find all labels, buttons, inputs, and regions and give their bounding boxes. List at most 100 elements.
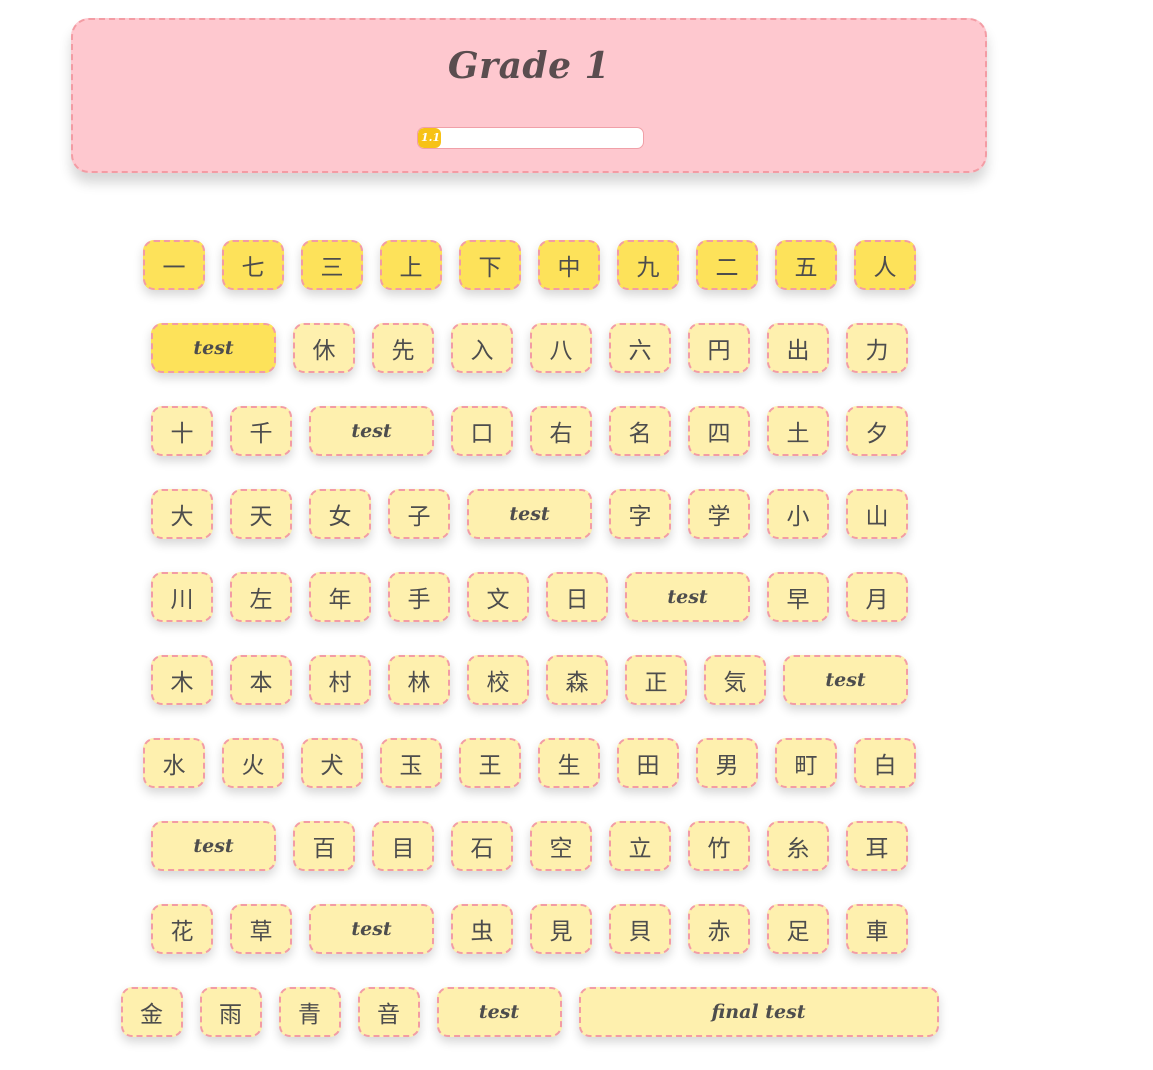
kanji-tile[interactable]: 本 — [230, 655, 292, 705]
kanji-tile[interactable]: 名 — [609, 406, 671, 456]
kanji-tile[interactable]: 九 — [617, 240, 679, 290]
kanji-tile[interactable]: 天 — [230, 489, 292, 539]
kanji-tile[interactable]: 車 — [846, 904, 908, 954]
test-button[interactable]: test — [309, 904, 434, 954]
kanji-tile[interactable]: 五 — [775, 240, 837, 290]
kanji-tile[interactable]: 生 — [538, 738, 600, 788]
kanji-tile[interactable]: 小 — [767, 489, 829, 539]
kanji-tile[interactable]: 白 — [854, 738, 916, 788]
kanji-tile[interactable]: 虫 — [451, 904, 513, 954]
kanji-tile[interactable]: 年 — [309, 572, 371, 622]
progress-bar: 1.1 — [417, 127, 644, 149]
kanji-tile[interactable]: 右 — [530, 406, 592, 456]
kanji-tile[interactable]: 水 — [143, 738, 205, 788]
kanji-tile[interactable]: 犬 — [301, 738, 363, 788]
test-button[interactable]: test — [151, 821, 276, 871]
kanji-tile[interactable]: 百 — [293, 821, 355, 871]
kanji-tile[interactable]: 石 — [451, 821, 513, 871]
lesson-row: 川左年手文日 test 早月 — [0, 572, 1059, 622]
lesson-row: 木本村林校森正気 test — [0, 655, 1059, 705]
kanji-tile[interactable]: 男 — [696, 738, 758, 788]
kanji-tile[interactable]: 気 — [704, 655, 766, 705]
kanji-tile[interactable]: 森 — [546, 655, 608, 705]
kanji-tile[interactable]: 王 — [459, 738, 521, 788]
kanji-tile[interactable]: 村 — [309, 655, 371, 705]
kanji-tile[interactable]: 二 — [696, 240, 758, 290]
kanji-tile[interactable]: 目 — [372, 821, 434, 871]
kanji-tile[interactable]: 文 — [467, 572, 529, 622]
kanji-tile[interactable]: 火 — [222, 738, 284, 788]
test-button[interactable]: test — [783, 655, 908, 705]
test-button[interactable]: test — [625, 572, 750, 622]
test-button[interactable]: test — [151, 323, 276, 373]
kanji-tile[interactable]: 大 — [151, 489, 213, 539]
kanji-tile[interactable]: 早 — [767, 572, 829, 622]
grade-header: Grade 1 1.1 — [71, 18, 987, 173]
kanji-tile[interactable]: 見 — [530, 904, 592, 954]
test-button[interactable]: test — [467, 489, 592, 539]
kanji-tile[interactable]: 四 — [688, 406, 750, 456]
kanji-tile[interactable]: 字 — [609, 489, 671, 539]
kanji-tile[interactable]: 先 — [372, 323, 434, 373]
kanji-tile[interactable]: 子 — [388, 489, 450, 539]
kanji-tile[interactable]: 左 — [230, 572, 292, 622]
kanji-tile[interactable]: 林 — [388, 655, 450, 705]
kanji-tile[interactable]: 木 — [151, 655, 213, 705]
kanji-tile[interactable]: 口 — [451, 406, 513, 456]
kanji-tile[interactable]: 夕 — [846, 406, 908, 456]
kanji-tile[interactable]: 田 — [617, 738, 679, 788]
kanji-tile[interactable]: 中 — [538, 240, 600, 290]
kanji-tile[interactable]: 町 — [775, 738, 837, 788]
kanji-tile[interactable]: 上 — [380, 240, 442, 290]
kanji-tile[interactable]: 玉 — [380, 738, 442, 788]
kanji-tile[interactable]: 下 — [459, 240, 521, 290]
lesson-row: test 百目石空立竹糸耳 — [0, 821, 1059, 871]
kanji-tile[interactable]: 六 — [609, 323, 671, 373]
kanji-tile[interactable]: 力 — [846, 323, 908, 373]
kanji-tile[interactable]: 糸 — [767, 821, 829, 871]
kanji-tile[interactable]: 金 — [120, 987, 183, 1037]
kanji-tile[interactable]: 人 — [854, 240, 916, 290]
lesson-row: 水火犬玉王生田男町白 — [0, 738, 1059, 788]
kanji-tile[interactable]: 学 — [688, 489, 750, 539]
kanji-tile[interactable]: 立 — [609, 821, 671, 871]
kanji-tile[interactable]: 千 — [230, 406, 292, 456]
kanji-tile[interactable]: 川 — [151, 572, 213, 622]
lesson-row: 花草 test 虫見貝赤足車 — [0, 904, 1059, 954]
kanji-tile[interactable]: 青 — [278, 987, 341, 1037]
kanji-tile[interactable]: 足 — [767, 904, 829, 954]
kanji-tile[interactable]: 貝 — [609, 904, 671, 954]
kanji-tile[interactable]: 土 — [767, 406, 829, 456]
kanji-tile[interactable]: 十 — [151, 406, 213, 456]
progress-label: 1.1 — [421, 131, 441, 144]
kanji-tile[interactable]: 入 — [451, 323, 513, 373]
kanji-tile[interactable]: 竹 — [688, 821, 750, 871]
kanji-tile[interactable]: 赤 — [688, 904, 750, 954]
kanji-tile[interactable]: 正 — [625, 655, 687, 705]
kanji-tile[interactable]: 校 — [467, 655, 529, 705]
kanji-tile[interactable]: 女 — [309, 489, 371, 539]
lesson-row: 十千 test 口右名四土夕 — [0, 406, 1059, 456]
kanji-tile[interactable]: 音 — [357, 987, 420, 1037]
kanji-tile[interactable]: 雨 — [199, 987, 262, 1037]
kanji-tile[interactable]: 七 — [222, 240, 284, 290]
kanji-tile[interactable]: 手 — [388, 572, 450, 622]
kanji-tile[interactable]: 三 — [301, 240, 363, 290]
kanji-tile[interactable]: 休 — [293, 323, 355, 373]
kanji-tile[interactable]: 耳 — [846, 821, 908, 871]
kanji-tile[interactable]: 円 — [688, 323, 750, 373]
kanji-tile[interactable]: 八 — [530, 323, 592, 373]
kanji-tile[interactable]: 一 — [143, 240, 205, 290]
kanji-tile[interactable]: 花 — [151, 904, 213, 954]
lesson-row: test 休先入八六円出力 — [0, 323, 1059, 373]
kanji-tile[interactable]: 月 — [846, 572, 908, 622]
kanji-tile[interactable]: 草 — [230, 904, 292, 954]
test-button[interactable]: test — [309, 406, 434, 456]
kanji-tile[interactable]: 山 — [846, 489, 908, 539]
kanji-tile[interactable]: 空 — [530, 821, 592, 871]
kanji-tile[interactable]: 出 — [767, 323, 829, 373]
lesson-grid: 一七三上下中九二五人 test 休先入八六円出力十千 test 口右名四土夕大天女子 te… — [0, 240, 1059, 1070]
kanji-tile[interactable]: 日 — [546, 572, 608, 622]
test-button[interactable]: test — [436, 987, 562, 1037]
final-test-button[interactable]: final test — [578, 987, 939, 1037]
